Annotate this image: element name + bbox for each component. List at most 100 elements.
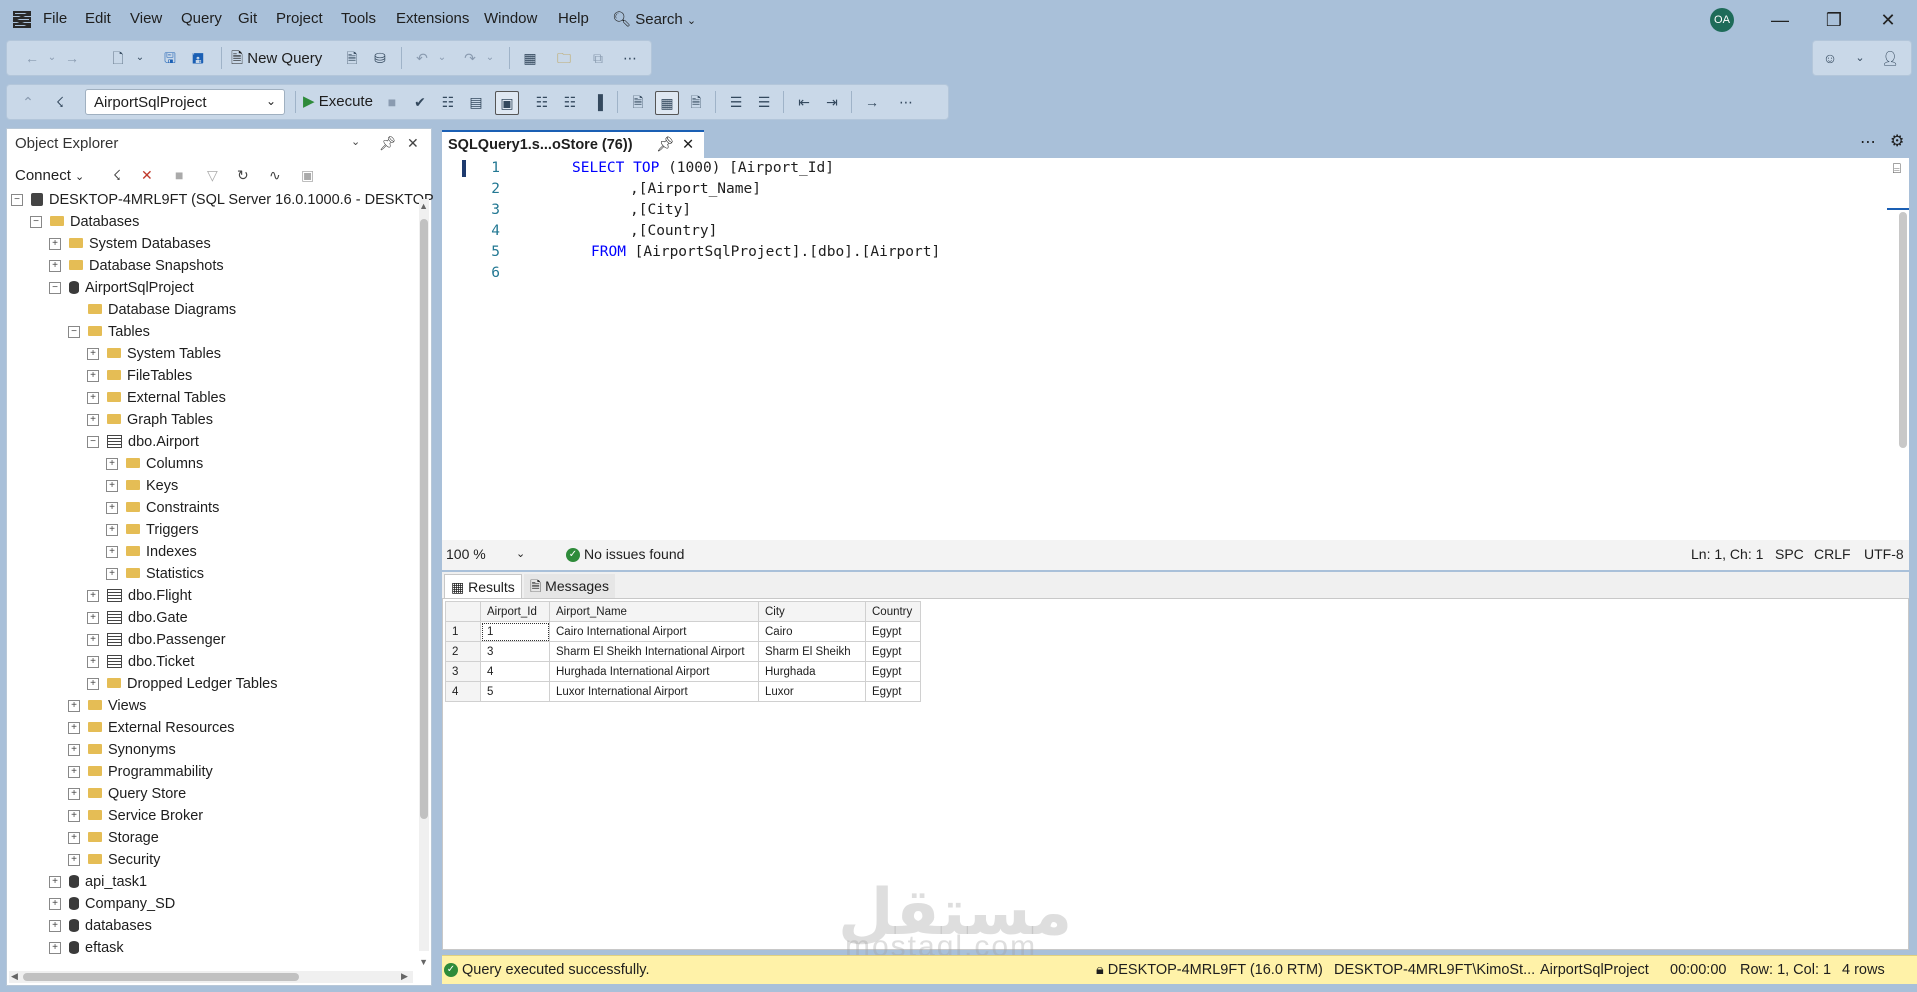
tree-item[interactable]: − Tables [68, 321, 150, 343]
tree-item[interactable]: Database Diagrams [68, 299, 236, 321]
comment-lines-icon[interactable]: ☰ [725, 91, 747, 113]
grid-cell[interactable]: Sharm El Sheikh [758, 641, 866, 662]
minimize-button[interactable]: — [1760, 6, 1800, 34]
sql-editor[interactable]: 1 2 3 4 5 6 SELECT TOP (1000) [Airport_I… [442, 158, 1909, 540]
pin-icon[interactable]: 📌︎ [656, 132, 674, 158]
expand-icon[interactable]: + [49, 898, 61, 911]
tree-item[interactable]: + dbo.Gate [87, 607, 188, 629]
template-explorer-icon[interactable]: 🗀︎ [553, 47, 575, 69]
menu-window[interactable]: Window [484, 10, 537, 27]
grid-cell[interactable]: Sharm El Sheikh International Airport [549, 641, 759, 662]
uncomment-lines-icon[interactable]: ☰ [753, 91, 775, 113]
tree-item[interactable]: + Statistics [106, 563, 204, 585]
tree-item[interactable]: − DESKTOP-4MRL9FT (SQL Server 16.0.1000.6… [11, 189, 434, 211]
vertical-scroll-thumb[interactable] [420, 219, 428, 819]
tab-messages[interactable]: 🗎︎ Messages [524, 574, 615, 598]
connect-plug-icon[interactable]: ☇ [113, 167, 121, 184]
tab-overflow-icon[interactable]: ⋯ [1860, 132, 1876, 152]
chevron-down-icon[interactable]: ⌄ [479, 47, 501, 69]
activity-icon[interactable]: ∿ [269, 167, 281, 184]
tree-item[interactable]: − AirportSqlProject [49, 277, 194, 299]
toggle-window-icon[interactable]: ⧉ [587, 47, 609, 69]
expand-icon[interactable]: + [87, 414, 99, 427]
grid-cell[interactable]: 5 [480, 681, 550, 702]
tree-item[interactable]: + Dropped Ledger Tables [87, 673, 277, 695]
specify-values-icon[interactable]: → [861, 91, 883, 113]
expand-icon[interactable]: + [87, 656, 99, 669]
connect-button[interactable]: Connect ⌄ [15, 167, 84, 184]
expand-icon[interactable]: + [49, 260, 61, 273]
filter-icon[interactable]: ▽ [207, 167, 218, 184]
redo-icon[interactable]: ↷ [459, 47, 481, 69]
user-avatar[interactable]: OA [1710, 8, 1734, 32]
tab-sqlquery1[interactable]: SQLQuery1.s...oStore (76)) 📌︎ ✕ [442, 130, 704, 158]
grid-cell[interactable]: Egypt [865, 621, 921, 642]
tree-item[interactable]: + Constraints [106, 497, 219, 519]
expand-icon[interactable]: + [68, 832, 80, 845]
back-icon[interactable]: ← [21, 47, 43, 69]
grid-cell[interactable]: 1 [480, 621, 550, 642]
grid-cell[interactable]: Luxor International Airport [549, 681, 759, 702]
maximize-button[interactable]: ❒ [1814, 6, 1854, 34]
editor-scrollbar[interactable] [1899, 212, 1907, 448]
collapse-icon[interactable]: − [30, 216, 42, 229]
tree-item[interactable]: + Programmability [68, 761, 213, 783]
expand-icon[interactable]: + [49, 876, 61, 889]
menu-file[interactable]: File [43, 10, 67, 27]
tree-item[interactable]: + eftask [49, 937, 124, 959]
undo-icon[interactable]: ↶ [411, 47, 433, 69]
decrease-indent-icon[interactable]: ⇤ [793, 91, 815, 113]
settings-gear-icon[interactable]: ⚙ [1890, 131, 1904, 151]
grid-cell[interactable]: Egypt [865, 641, 921, 662]
expand-icon[interactable]: + [68, 722, 80, 735]
forward-icon[interactable]: → [61, 47, 83, 69]
tree-item[interactable]: + dbo.Passenger [87, 629, 226, 651]
increase-indent-icon[interactable]: ⇥ [821, 91, 843, 113]
activity-monitor-icon[interactable]: ▦ [519, 47, 541, 69]
chevron-down-icon[interactable]: ⌄ [129, 47, 151, 69]
expand-icon[interactable]: + [49, 920, 61, 933]
scroll-right-icon[interactable]: ▶ [401, 971, 408, 982]
collapse-icon[interactable]: − [49, 282, 61, 295]
column-header[interactable]: Country [865, 601, 921, 622]
expand-icon[interactable]: + [87, 348, 99, 361]
tree-item[interactable]: + api_task1 [49, 871, 147, 893]
menu-view[interactable]: View [130, 10, 162, 27]
tree-item[interactable]: + Storage [68, 827, 159, 849]
expand-icon[interactable]: + [87, 678, 99, 691]
row-number[interactable]: 4 [445, 681, 481, 702]
search-box[interactable]: 🔍︎ Search ⌄ [612, 10, 696, 28]
tree-item[interactable]: + Indexes [106, 541, 197, 563]
tree-item[interactable]: + Synonyms [68, 739, 176, 761]
tree-item[interactable]: + databases [49, 915, 152, 937]
feedback-icon[interactable]: 👤︎ [1879, 47, 1901, 69]
chevron-down-icon[interactable]: ⌄ [41, 47, 63, 69]
column-header[interactable]: City [758, 601, 866, 622]
cursor-position[interactable]: Ln: 1, Ch: 1 [1691, 546, 1763, 562]
results-to-grid-icon[interactable]: ▣ [495, 91, 519, 115]
grid-cell[interactable]: Egypt [865, 661, 921, 682]
pin-icon[interactable]: 📌︎ [379, 135, 397, 152]
expand-icon[interactable]: + [87, 370, 99, 383]
results-to-text-icon[interactable]: 🗎︎ [627, 91, 649, 113]
grid-cell[interactable]: 4 [480, 661, 550, 682]
expand-icon[interactable]: + [68, 766, 80, 779]
tree-item[interactable]: + Company_SD [49, 893, 175, 915]
tree-item[interactable]: + dbo.Flight [87, 585, 192, 607]
expand-icon[interactable]: + [87, 634, 99, 647]
results-grid[interactable]: Airport_Id Airport_Name City Country 1 1… [445, 601, 921, 702]
database-select[interactable]: AirportSqlProject ⌄ [85, 89, 285, 115]
menu-project[interactable]: Project [276, 10, 323, 27]
dax-query-icon[interactable]: ⛁ [369, 47, 391, 69]
new-query-button[interactable]: 🗎︎ New Query [231, 48, 322, 73]
grid-cell[interactable]: 3 [480, 641, 550, 662]
expand-icon[interactable]: + [49, 238, 61, 251]
tab-results[interactable]: ▦ Results [444, 574, 522, 599]
expand-icon[interactable]: + [87, 612, 99, 625]
expand-icon[interactable]: + [106, 546, 118, 559]
close-tab-icon[interactable]: ✕ [682, 132, 694, 158]
close-window-button[interactable]: ✕ [1868, 6, 1908, 34]
menu-edit[interactable]: Edit [85, 10, 111, 27]
column-header[interactable]: Airport_Id [480, 601, 550, 622]
include-plan-icon[interactable]: ☷ [531, 91, 553, 113]
